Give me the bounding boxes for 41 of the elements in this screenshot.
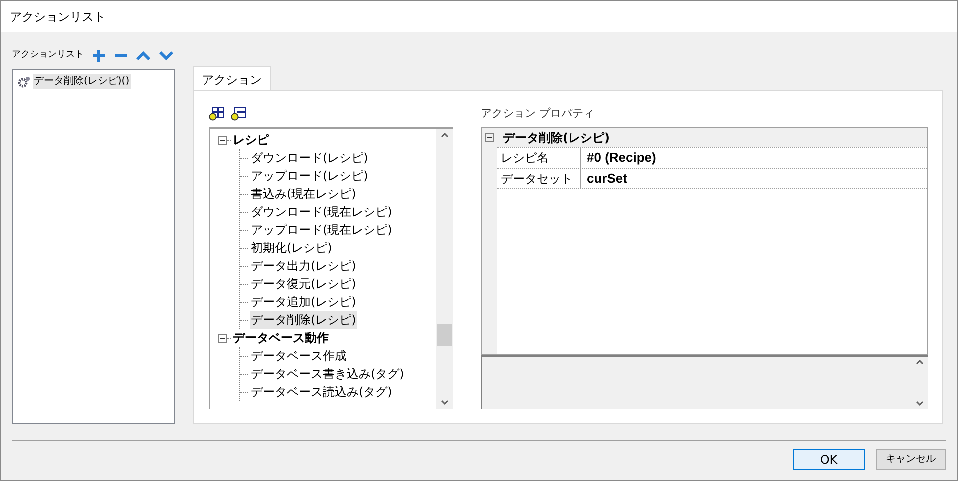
scroll-thumb[interactable] <box>437 324 452 346</box>
tree-item[interactable]: データベース作成 <box>250 347 348 365</box>
property-name: レシピ名 <box>497 148 581 168</box>
add-icon[interactable] <box>92 49 106 63</box>
scroll-up-icon[interactable] <box>916 360 924 365</box>
tree-item[interactable]: ダウンロード(現在レシピ) <box>250 203 394 221</box>
property-name: データセット <box>497 169 581 188</box>
properties-label: アクション プロパティ <box>481 106 594 122</box>
tree-item[interactable]: データベース書き込み(タグ) <box>250 365 406 383</box>
tree-item[interactable]: 初期化(レシピ) <box>250 239 334 257</box>
tree-item[interactable]: データ出力(レシピ) <box>250 257 358 275</box>
list-item[interactable]: データ削除(レシピ)() <box>33 74 131 89</box>
tree-item[interactable]: データ復元(レシピ) <box>250 275 358 293</box>
tree-item[interactable]: ダウンロード(レシピ) <box>250 149 370 167</box>
scrollbar[interactable] <box>436 129 453 409</box>
tree-category[interactable]: データベース動作 <box>233 329 329 347</box>
scroll-down-icon[interactable] <box>440 400 448 405</box>
collapse-icon[interactable] <box>218 136 227 144</box>
property-value[interactable]: #0 (Recipe) <box>581 148 927 168</box>
tree-category[interactable]: レシピ <box>233 131 269 149</box>
scroll-down-icon[interactable] <box>916 401 924 406</box>
tree-item[interactable]: データ削除(レシピ) <box>250 311 358 329</box>
property-value[interactable]: curSet <box>581 169 927 188</box>
tab[interactable]: アクション <box>193 66 271 91</box>
scroll-up-icon[interactable] <box>440 133 448 138</box>
tree-item[interactable]: 書込み(現在レシピ) <box>250 185 358 203</box>
collapse-all-icon[interactable] <box>231 107 247 121</box>
tree-item[interactable]: データベース読込み(タグ) <box>250 383 394 401</box>
window-title: アクションリスト <box>10 8 106 26</box>
cancel-button[interactable]: キャンセル <box>876 449 946 470</box>
tree-item[interactable]: データ追加(レシピ) <box>250 293 358 311</box>
tree-item[interactable]: アップロード(レシピ) <box>250 167 370 185</box>
collapse-icon[interactable] <box>485 133 494 142</box>
down-chevron-icon[interactable] <box>159 51 174 61</box>
ok-button[interactable]: OK <box>793 449 865 470</box>
up-chevron-icon[interactable] <box>136 51 151 61</box>
property-category[interactable]: データ削除(レシピ) <box>503 128 610 146</box>
expand-all-icon[interactable] <box>209 107 225 121</box>
tree-item[interactable]: アップロード(現在レシピ) <box>250 221 394 239</box>
list-label: アクションリスト <box>12 49 84 62</box>
collapse-icon[interactable] <box>218 334 227 342</box>
